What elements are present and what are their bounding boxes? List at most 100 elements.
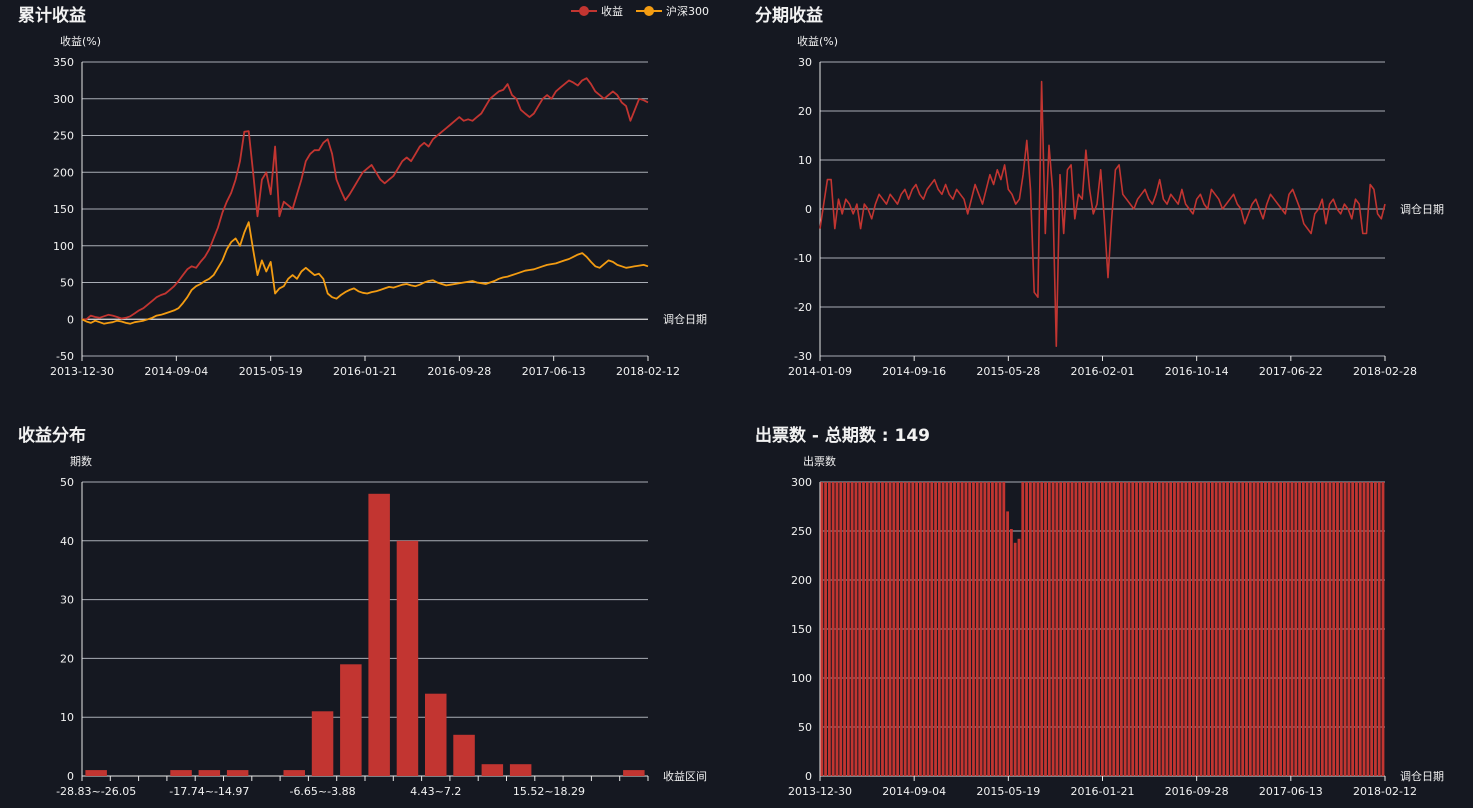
tickets-bar[interactable] bbox=[1002, 482, 1006, 776]
tickets-bar[interactable] bbox=[1055, 482, 1059, 776]
tickets-bar[interactable] bbox=[1104, 482, 1108, 776]
tickets-bar[interactable] bbox=[953, 482, 956, 776]
tickets-bar[interactable] bbox=[1150, 482, 1154, 776]
tickets-bar[interactable] bbox=[1271, 482, 1275, 776]
tickets-bar[interactable] bbox=[1093, 482, 1097, 776]
tickets-bar[interactable] bbox=[1047, 482, 1051, 776]
tickets-bar[interactable] bbox=[911, 482, 915, 776]
tickets-bar[interactable] bbox=[1355, 482, 1358, 776]
tickets-bar[interactable] bbox=[1214, 482, 1218, 776]
tickets-bar[interactable] bbox=[1066, 482, 1070, 776]
tickets-bar[interactable] bbox=[1210, 482, 1214, 776]
tickets-bar[interactable] bbox=[983, 482, 987, 776]
tickets-bar[interactable] bbox=[1017, 538, 1021, 776]
tickets-bar[interactable] bbox=[934, 482, 937, 776]
tickets-bar[interactable] bbox=[975, 482, 979, 776]
tickets-bar[interactable] bbox=[1362, 482, 1366, 776]
tickets-bar[interactable] bbox=[1112, 482, 1116, 776]
tickets-bar[interactable] bbox=[979, 482, 983, 776]
distribution-bar[interactable] bbox=[226, 770, 249, 776]
tickets-bar[interactable] bbox=[1013, 542, 1017, 776]
tickets-bar[interactable] bbox=[956, 482, 960, 776]
tickets-bar[interactable] bbox=[1286, 482, 1290, 776]
tickets-bar[interactable] bbox=[1040, 482, 1044, 776]
tickets-bar[interactable] bbox=[1184, 482, 1188, 776]
tickets-bar[interactable] bbox=[968, 482, 972, 776]
tickets-bar[interactable] bbox=[1180, 482, 1184, 776]
tickets-bar[interactable] bbox=[1032, 482, 1036, 776]
legend-item-hs300[interactable]: 沪深300 bbox=[636, 4, 709, 18]
tickets-bar[interactable] bbox=[1169, 482, 1173, 776]
tickets-bar[interactable] bbox=[835, 482, 839, 776]
tickets-bar[interactable] bbox=[1006, 511, 1009, 776]
tickets-bar[interactable] bbox=[1320, 482, 1324, 776]
tickets-bar[interactable] bbox=[987, 482, 991, 776]
tickets-bar[interactable] bbox=[1044, 482, 1047, 776]
distribution-bar[interactable] bbox=[170, 770, 192, 776]
tickets-bar[interactable] bbox=[1028, 482, 1032, 776]
tickets-bar[interactable] bbox=[1199, 482, 1203, 776]
tickets-bar[interactable] bbox=[850, 482, 854, 776]
tickets-bar[interactable] bbox=[1374, 482, 1377, 776]
tickets-bar[interactable] bbox=[1192, 482, 1195, 776]
tickets-bar[interactable] bbox=[1267, 482, 1271, 776]
distribution-bar[interactable] bbox=[340, 664, 362, 776]
tickets-bar[interactable] bbox=[1298, 482, 1301, 776]
tickets-bar[interactable] bbox=[1036, 482, 1040, 776]
cumulative-legend[interactable]: 收益 沪深300 bbox=[571, 4, 709, 18]
tickets-bar[interactable] bbox=[892, 482, 896, 776]
tickets-bar[interactable] bbox=[839, 482, 843, 776]
distribution-bar[interactable] bbox=[198, 770, 221, 776]
tickets-bar[interactable] bbox=[1370, 482, 1374, 776]
tickets-bar[interactable] bbox=[846, 482, 850, 776]
tickets-bar[interactable] bbox=[1324, 482, 1328, 776]
tickets-bar[interactable] bbox=[1339, 482, 1343, 776]
tickets-bar[interactable] bbox=[1328, 482, 1332, 776]
tickets-bar[interactable] bbox=[1131, 482, 1135, 776]
tickets-bar[interactable] bbox=[831, 482, 835, 776]
tickets-bar[interactable] bbox=[972, 482, 975, 776]
tickets-bar[interactable] bbox=[1010, 529, 1013, 776]
distribution-bar[interactable] bbox=[396, 540, 419, 776]
tickets-bar[interactable] bbox=[1135, 482, 1138, 776]
tickets-bar[interactable] bbox=[1256, 482, 1260, 776]
tickets-bar[interactable] bbox=[1377, 482, 1381, 776]
tickets-bar[interactable] bbox=[1233, 482, 1237, 776]
tickets-bar[interactable] bbox=[824, 482, 827, 776]
tickets-bar[interactable] bbox=[1229, 482, 1233, 776]
tickets-bar[interactable] bbox=[960, 482, 964, 776]
tickets-bar[interactable] bbox=[1176, 482, 1180, 776]
tickets-bar[interactable] bbox=[1146, 482, 1150, 776]
tickets-bar[interactable] bbox=[1059, 482, 1063, 776]
tickets-bar[interactable] bbox=[888, 482, 892, 776]
tickets-bar[interactable] bbox=[1305, 482, 1309, 776]
tickets-bar[interactable] bbox=[1142, 482, 1146, 776]
tickets-bar[interactable] bbox=[1089, 482, 1093, 776]
tickets-bar[interactable] bbox=[964, 482, 968, 776]
tickets-bar[interactable] bbox=[1101, 482, 1104, 776]
tickets-bar[interactable] bbox=[1290, 482, 1294, 776]
tickets-bar[interactable] bbox=[1381, 482, 1385, 776]
tickets-bar[interactable] bbox=[994, 482, 998, 776]
tickets-bar[interactable] bbox=[1123, 482, 1127, 776]
tickets-bar[interactable] bbox=[1347, 482, 1351, 776]
tickets-bar[interactable] bbox=[1218, 482, 1222, 776]
tickets-bar[interactable] bbox=[1275, 482, 1279, 776]
tickets-bar[interactable] bbox=[1074, 482, 1078, 776]
distribution-bar[interactable] bbox=[85, 770, 107, 776]
tickets-bar[interactable] bbox=[941, 482, 945, 776]
tickets-bar[interactable] bbox=[1207, 482, 1210, 776]
tickets-bar[interactable] bbox=[1294, 482, 1298, 776]
tickets-bar[interactable] bbox=[900, 482, 903, 776]
distribution-bar[interactable] bbox=[481, 764, 504, 776]
tickets-bar[interactable] bbox=[903, 482, 907, 776]
tickets-bar[interactable] bbox=[918, 482, 922, 776]
tickets-bar[interactable] bbox=[896, 482, 900, 776]
tickets-bar[interactable] bbox=[1241, 482, 1245, 776]
tickets-bar[interactable] bbox=[1195, 482, 1199, 776]
distribution-bar[interactable] bbox=[623, 770, 645, 776]
tickets-bar[interactable] bbox=[1222, 482, 1226, 776]
tickets-bar[interactable] bbox=[1203, 482, 1207, 776]
tickets-bar[interactable] bbox=[1309, 482, 1313, 776]
tickets-bar[interactable] bbox=[1138, 482, 1142, 776]
